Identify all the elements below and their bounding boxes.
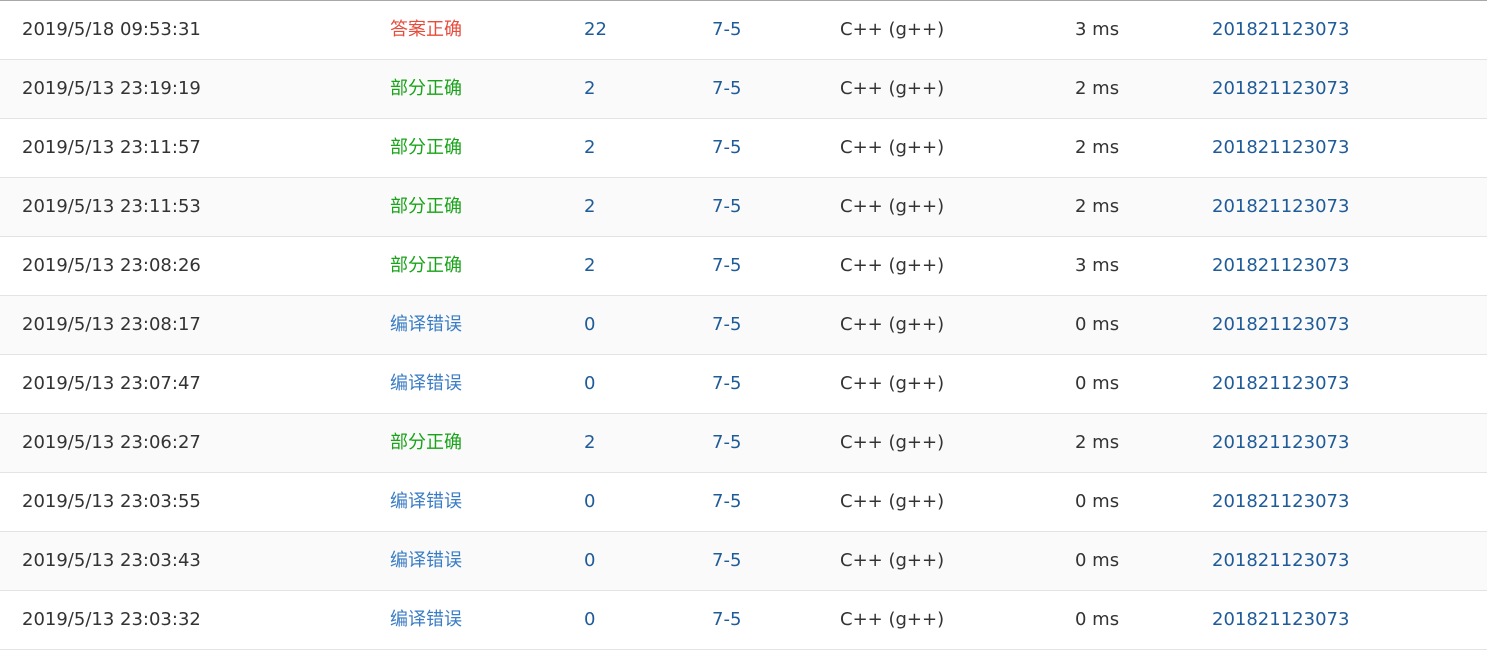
- status-link[interactable]: 编译错误: [390, 473, 462, 531]
- table-row: 2019/5/13 23:03:32 编译错误 0 7-5 C++ (g++) …: [0, 591, 1487, 650]
- user-link[interactable]: 201821123073: [1212, 473, 1349, 531]
- problem-link[interactable]: 7-5: [712, 296, 741, 354]
- language: C++ (g++): [840, 491, 945, 512]
- user-link[interactable]: 201821123073: [1212, 591, 1349, 649]
- status-link[interactable]: 部分正确: [390, 60, 462, 118]
- table-row: 2019/5/13 23:06:27 部分正确 2 7-5 C++ (g++) …: [0, 414, 1487, 473]
- table-row: 2019/5/13 23:08:17 编译错误 0 7-5 C++ (g++) …: [0, 296, 1487, 355]
- submit-time: 2019/5/18 09:53:31: [22, 19, 201, 40]
- status-link[interactable]: 编译错误: [390, 355, 462, 413]
- problem-link[interactable]: 7-5: [712, 355, 741, 413]
- submit-time: 2019/5/13 23:07:47: [22, 373, 201, 394]
- problem-link[interactable]: 7-5: [712, 178, 741, 236]
- submit-time: 2019/5/13 23:08:26: [22, 255, 201, 276]
- submit-time: 2019/5/13 23:11:53: [22, 196, 201, 217]
- status-link[interactable]: 答案正确: [390, 1, 462, 59]
- score-link[interactable]: 0: [584, 591, 595, 649]
- user-link[interactable]: 201821123073: [1212, 1, 1349, 59]
- language: C++ (g++): [840, 78, 945, 99]
- language: C++ (g++): [840, 19, 945, 40]
- status-link[interactable]: 编译错误: [390, 296, 462, 354]
- score-link[interactable]: 2: [584, 60, 595, 118]
- runtime: 2 ms: [1075, 78, 1120, 99]
- user-link[interactable]: 201821123073: [1212, 355, 1349, 413]
- language: C++ (g++): [840, 432, 945, 453]
- user-link[interactable]: 201821123073: [1212, 60, 1349, 118]
- submit-time: 2019/5/13 23:06:27: [22, 432, 201, 453]
- table-row: 2019/5/13 23:11:53 部分正确 2 7-5 C++ (g++) …: [0, 178, 1487, 237]
- runtime: 2 ms: [1075, 196, 1120, 217]
- user-link[interactable]: 201821123073: [1212, 296, 1349, 354]
- runtime: 3 ms: [1075, 19, 1120, 40]
- submit-time: 2019/5/13 23:03:55: [22, 491, 201, 512]
- score-link[interactable]: 0: [584, 355, 595, 413]
- table-row: 2019/5/13 23:03:55 编译错误 0 7-5 C++ (g++) …: [0, 473, 1487, 532]
- user-link[interactable]: 201821123073: [1212, 532, 1349, 590]
- status-link[interactable]: 部分正确: [390, 414, 462, 472]
- score-link[interactable]: 2: [584, 414, 595, 472]
- table-row: 2019/5/13 23:07:47 编译错误 0 7-5 C++ (g++) …: [0, 355, 1487, 414]
- language: C++ (g++): [840, 137, 945, 158]
- score-link[interactable]: 2: [584, 178, 595, 236]
- score-link[interactable]: 22: [584, 1, 607, 59]
- problem-link[interactable]: 7-5: [712, 473, 741, 531]
- runtime: 0 ms: [1075, 609, 1120, 630]
- user-link[interactable]: 201821123073: [1212, 414, 1349, 472]
- problem-link[interactable]: 7-5: [712, 119, 741, 177]
- status-link[interactable]: 部分正确: [390, 237, 462, 295]
- submissions-table: 2019/5/18 09:53:31 答案正确 22 7-5 C++ (g++)…: [0, 0, 1487, 650]
- problem-link[interactable]: 7-5: [712, 532, 741, 590]
- table-row: 2019/5/13 23:08:26 部分正确 2 7-5 C++ (g++) …: [0, 237, 1487, 296]
- language: C++ (g++): [840, 609, 945, 630]
- problem-link[interactable]: 7-5: [712, 1, 741, 59]
- table-row: 2019/5/13 23:11:57 部分正确 2 7-5 C++ (g++) …: [0, 119, 1487, 178]
- runtime: 0 ms: [1075, 373, 1120, 394]
- problem-link[interactable]: 7-5: [712, 591, 741, 649]
- problem-link[interactable]: 7-5: [712, 60, 741, 118]
- status-link[interactable]: 部分正确: [390, 119, 462, 177]
- language: C++ (g++): [840, 255, 945, 276]
- runtime: 0 ms: [1075, 491, 1120, 512]
- status-link[interactable]: 编译错误: [390, 591, 462, 649]
- language: C++ (g++): [840, 314, 945, 335]
- submit-time: 2019/5/13 23:08:17: [22, 314, 201, 335]
- runtime: 2 ms: [1075, 432, 1120, 453]
- problem-link[interactable]: 7-5: [712, 237, 741, 295]
- user-link[interactable]: 201821123073: [1212, 178, 1349, 236]
- language: C++ (g++): [840, 196, 945, 217]
- runtime: 3 ms: [1075, 255, 1120, 276]
- runtime: 2 ms: [1075, 137, 1120, 158]
- problem-link[interactable]: 7-5: [712, 414, 741, 472]
- table-row: 2019/5/13 23:19:19 部分正确 2 7-5 C++ (g++) …: [0, 60, 1487, 119]
- score-link[interactable]: 0: [584, 473, 595, 531]
- submit-time: 2019/5/13 23:19:19: [22, 78, 201, 99]
- score-link[interactable]: 2: [584, 119, 595, 177]
- table-row: 2019/5/13 23:03:43 编译错误 0 7-5 C++ (g++) …: [0, 532, 1487, 591]
- user-link[interactable]: 201821123073: [1212, 119, 1349, 177]
- runtime: 0 ms: [1075, 314, 1120, 335]
- submit-time: 2019/5/13 23:03:32: [22, 609, 201, 630]
- score-link[interactable]: 0: [584, 296, 595, 354]
- language: C++ (g++): [840, 550, 945, 571]
- status-link[interactable]: 编译错误: [390, 532, 462, 590]
- score-link[interactable]: 2: [584, 237, 595, 295]
- language: C++ (g++): [840, 373, 945, 394]
- table-row: 2019/5/18 09:53:31 答案正确 22 7-5 C++ (g++)…: [0, 1, 1487, 60]
- user-link[interactable]: 201821123073: [1212, 237, 1349, 295]
- submit-time: 2019/5/13 23:03:43: [22, 550, 201, 571]
- submit-time: 2019/5/13 23:11:57: [22, 137, 201, 158]
- status-link[interactable]: 部分正确: [390, 178, 462, 236]
- score-link[interactable]: 0: [584, 532, 595, 590]
- runtime: 0 ms: [1075, 550, 1120, 571]
